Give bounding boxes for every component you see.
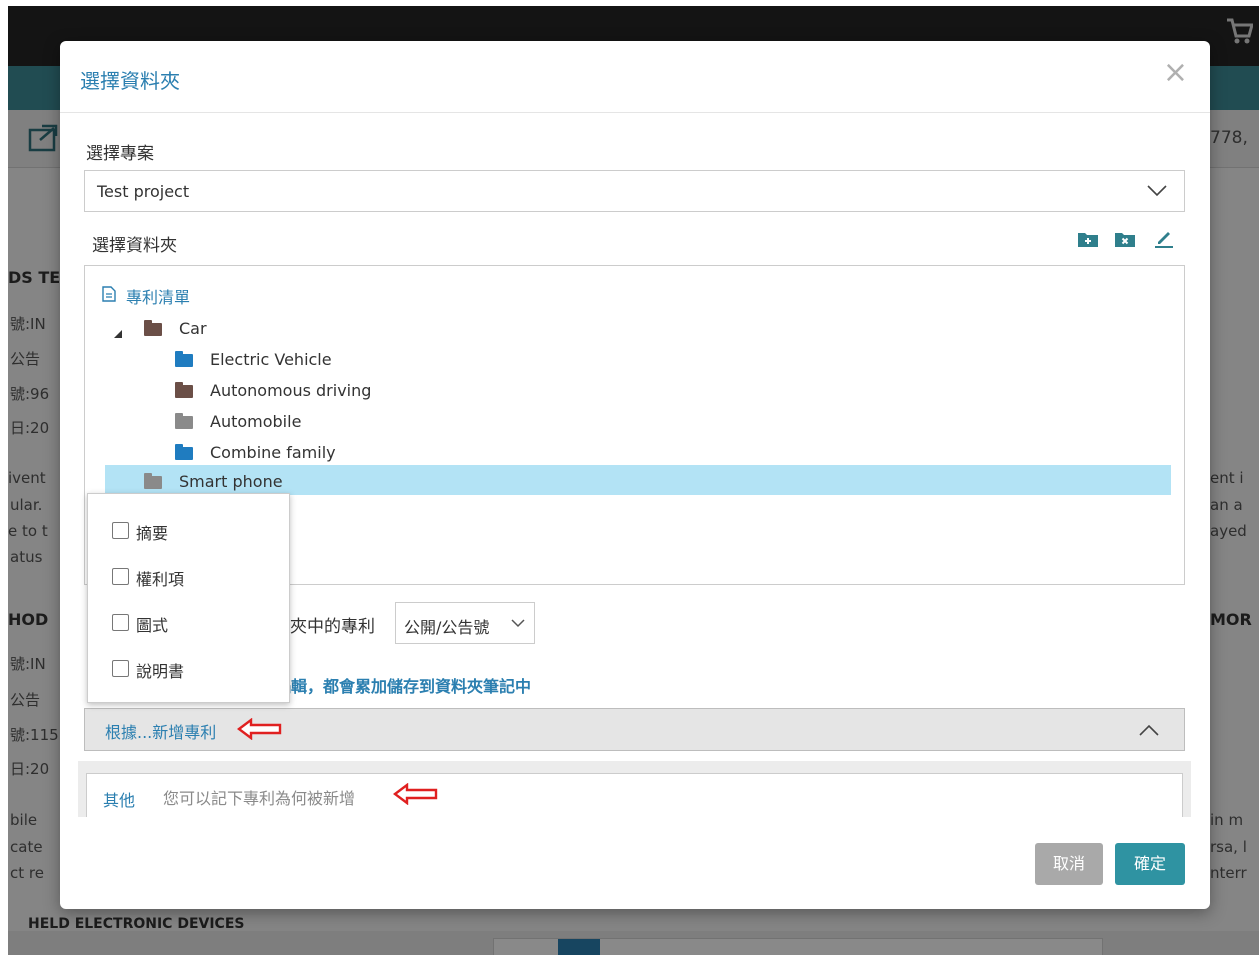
tree-item-automobile[interactable]: Automobile xyxy=(175,409,475,435)
folder-toolbar xyxy=(1078,231,1178,253)
caret-down-icon[interactable] xyxy=(114,324,124,343)
tree-item-smart-phone[interactable]: Smart phone xyxy=(144,469,444,495)
add-reason-section[interactable]: 根據...新增專利 xyxy=(84,708,1185,751)
delete-folder-icon[interactable] xyxy=(1115,231,1135,251)
folder-icon xyxy=(175,382,193,398)
other-reason-panel: 其他 您可以記下專利為何被新增 xyxy=(78,761,1191,817)
modal-header: 選擇資料夾 × xyxy=(60,41,1210,113)
confirm-button[interactable]: 確定 xyxy=(1115,843,1185,885)
tree-item-car[interactable]: Car xyxy=(114,316,314,342)
folder-icon xyxy=(175,413,193,429)
other-label: 其他 xyxy=(103,791,136,810)
tree-item-label: Combine family xyxy=(210,443,336,462)
tree-root-label: 專利清單 xyxy=(126,288,191,307)
select-folder-modal: 選擇資料夾 × 選擇專案 Test project 選擇資料夾 專利清單 Car… xyxy=(60,41,1210,909)
chevron-down-icon xyxy=(510,615,526,635)
add-reason-label: 根據...新增專利 xyxy=(105,723,217,742)
left-arrow-icon xyxy=(393,782,439,809)
chevron-up-icon[interactable] xyxy=(1138,721,1160,743)
folder-label: 選擇資料夾 xyxy=(92,236,177,256)
cancel-button[interactable]: 取消 xyxy=(1035,843,1103,885)
folder-icon xyxy=(175,351,193,367)
folder-icon xyxy=(144,473,162,489)
close-icon[interactable]: × xyxy=(1163,55,1188,90)
note-text: 編輯，都會累加儲存到資料夾筆記中 xyxy=(275,677,532,696)
field-dropdown: 摘要 權利項 圖式 說明書 xyxy=(87,493,290,703)
tree-item-label: Electric Vehicle xyxy=(210,350,332,369)
folder-icon xyxy=(175,444,193,460)
dropdown-item-label: 權利項 xyxy=(136,570,185,589)
checkbox[interactable] xyxy=(112,614,129,631)
checkbox[interactable] xyxy=(112,568,129,585)
rename-folder-icon[interactable] xyxy=(1154,228,1174,252)
left-arrow-icon xyxy=(237,717,283,744)
add-folder-icon[interactable] xyxy=(1078,231,1098,251)
folder-icon xyxy=(144,320,162,336)
chevron-down-icon xyxy=(1146,179,1168,205)
sort-label: 夾中的專利 xyxy=(290,617,375,637)
dropdown-item-label: 圖式 xyxy=(136,616,169,635)
dropdown-item-label: 說明書 xyxy=(136,662,185,681)
tree-root[interactable]: 專利清單 xyxy=(102,281,302,307)
tree-item-autonomous-driving[interactable]: Autonomous driving xyxy=(175,378,475,404)
tree-item-label: Smart phone xyxy=(179,472,283,491)
project-select-value: Test project xyxy=(97,182,190,201)
tree-item-label: Car xyxy=(179,319,207,338)
other-placeholder: 您可以記下專利為何被新增 xyxy=(163,789,356,808)
dropdown-item-label: 摘要 xyxy=(136,524,169,543)
tree-item-label: Autonomous driving xyxy=(210,381,372,400)
project-select[interactable]: Test project xyxy=(84,170,1185,212)
project-label: 選擇專案 xyxy=(86,144,154,164)
other-reason-input[interactable]: 其他 您可以記下專利為何被新增 xyxy=(86,773,1183,817)
checkbox[interactable] xyxy=(112,660,129,677)
tree-item-label: Automobile xyxy=(210,412,302,431)
checkbox[interactable] xyxy=(112,522,129,539)
modal-title: 選擇資料夾 xyxy=(80,69,180,93)
sort-select-value: 公開/公告號 xyxy=(404,618,490,637)
sort-select[interactable]: 公開/公告號 xyxy=(395,602,535,644)
tree-item-electric-vehicle[interactable]: Electric Vehicle xyxy=(175,347,475,373)
tree-item-combine-family[interactable]: Combine family xyxy=(175,440,475,466)
document-icon xyxy=(102,286,116,306)
